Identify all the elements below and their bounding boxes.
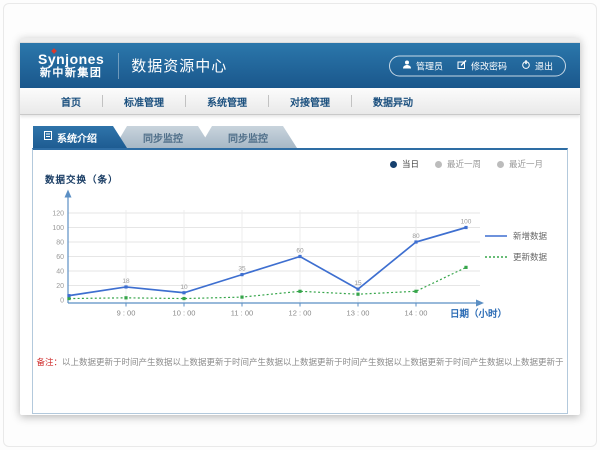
user-action-change-password[interactable]: 修改密码 (457, 59, 507, 72)
y-axis-title: 数据交换（条） (45, 172, 119, 186)
legend-line-icon (485, 231, 507, 241)
user-icon (402, 60, 412, 72)
tab-bar: 系统介绍 同步监控 同步监控 (33, 126, 568, 148)
tab-2[interactable]: 同步监控 (199, 126, 297, 148)
svg-text:10 : 00: 10 : 00 (173, 309, 196, 318)
tab-label: 系统介绍 (57, 130, 97, 145)
tab-1[interactable]: 同步监控 (114, 126, 212, 148)
svg-text:60: 60 (56, 254, 64, 261)
nav-item-3[interactable]: 对接管理 (269, 94, 351, 109)
svg-text:15: 15 (354, 280, 362, 287)
svg-text:80: 80 (412, 233, 420, 240)
filter-option-0[interactable]: 当日 (390, 158, 419, 170)
filter-option-label: 最近一月 (509, 158, 543, 170)
svg-text:35: 35 (238, 266, 246, 273)
edit-icon (457, 60, 467, 72)
main-nav: 首页标准管理系统管理对接管理数据异动 (20, 88, 580, 115)
svg-text:10: 10 (180, 284, 188, 291)
logo-brand: Synjones (38, 52, 104, 66)
footnote-text: 以上数据更新于时间产生数据以上数据更新于时间产生数据以上数据更新于时间产生数据以… (62, 357, 564, 367)
nav-item-0[interactable]: 首页 (40, 94, 102, 109)
filter-option-label: 当日 (402, 158, 419, 170)
chart-panel: 当日 最近一周 最近一月 数据交换（条） 0 20 40 60 80 100 120 9 : 00… (32, 148, 568, 414)
app-header: Synjones 新中新集团 数据资源中心 管理员 修改密码 退出 (20, 43, 580, 88)
tab-0[interactable]: 系统介绍 (33, 126, 127, 148)
svg-text:9 : 00: 9 : 00 (117, 309, 136, 318)
header-divider (118, 53, 119, 79)
tab-label: 同步监控 (228, 130, 268, 145)
user-action-logout[interactable]: 退出 (521, 59, 553, 72)
filter-option-2[interactable]: 最近一月 (497, 158, 543, 170)
x-axis-title: 日期（小时） (450, 306, 507, 320)
svg-text:18: 18 (122, 278, 130, 285)
user-action-label: 修改密码 (471, 59, 507, 72)
doc-icon (44, 131, 52, 143)
filter-option-1[interactable]: 最近一周 (435, 158, 481, 170)
app-window: Synjones 新中新集团 数据资源中心 管理员修改密码退出 首页标准管理系统… (20, 38, 580, 415)
footnote: 备注：以上数据更新于时间产生数据以上数据更新于时间产生数据以上数据更新于时间产生… (33, 356, 567, 368)
nav-item-1[interactable]: 标准管理 (103, 94, 185, 109)
logo: Synjones 新中新集团 (38, 52, 104, 79)
nav-item-2[interactable]: 系统管理 (186, 94, 268, 109)
radio-dot-icon (390, 161, 397, 168)
svg-text:12 : 00: 12 : 00 (289, 309, 312, 318)
footnote-prefix: 备注： (36, 357, 62, 367)
page-title: 数据资源中心 (131, 55, 227, 76)
filter-option-label: 最近一周 (447, 158, 481, 170)
svg-text:100: 100 (52, 225, 64, 232)
radio-dot-icon (435, 161, 442, 168)
chart-legend: 新增数据更新数据 (485, 230, 547, 263)
legend-item-0: 新增数据 (485, 230, 547, 242)
svg-text:0: 0 (60, 298, 64, 305)
svg-text:100: 100 (461, 219, 472, 226)
content-area: 系统介绍 同步监控 同步监控 当日 最近一周 最近一月 数据交换（条） 0 20 40 60 8… (20, 115, 580, 414)
svg-text:120: 120 (52, 211, 64, 218)
radio-dot-icon (497, 161, 504, 168)
legend-label: 更新数据 (513, 251, 547, 263)
svg-text:40: 40 (56, 269, 64, 276)
nav-item-4[interactable]: 数据异动 (352, 94, 434, 109)
svg-text:13 : 00: 13 : 00 (347, 309, 370, 318)
legend-item-1: 更新数据 (485, 251, 547, 263)
time-range-filters: 当日 最近一周 最近一月 (390, 158, 543, 170)
user-action-admin[interactable]: 管理员 (402, 59, 443, 72)
logout-icon (521, 60, 531, 72)
user-actions-pill: 管理员 修改密码 退出 (389, 55, 566, 76)
user-action-label: 管理员 (416, 59, 443, 72)
legend-line-icon (485, 252, 507, 262)
svg-text:60: 60 (296, 248, 304, 255)
tab-label: 同步监控 (143, 130, 183, 145)
svg-text:80: 80 (56, 240, 64, 247)
user-action-label: 退出 (535, 59, 553, 72)
svg-text:11 : 00: 11 : 00 (231, 309, 253, 318)
svg-text:20: 20 (56, 283, 64, 290)
legend-label: 新增数据 (513, 230, 547, 242)
line-chart: 0 20 40 60 80 100 120 9 : 00 10 : 00 11 : 00 12 : … (48, 186, 498, 326)
svg-text:14 : 00: 14 : 00 (405, 309, 428, 318)
logo-company: 新中新集团 (38, 68, 104, 79)
